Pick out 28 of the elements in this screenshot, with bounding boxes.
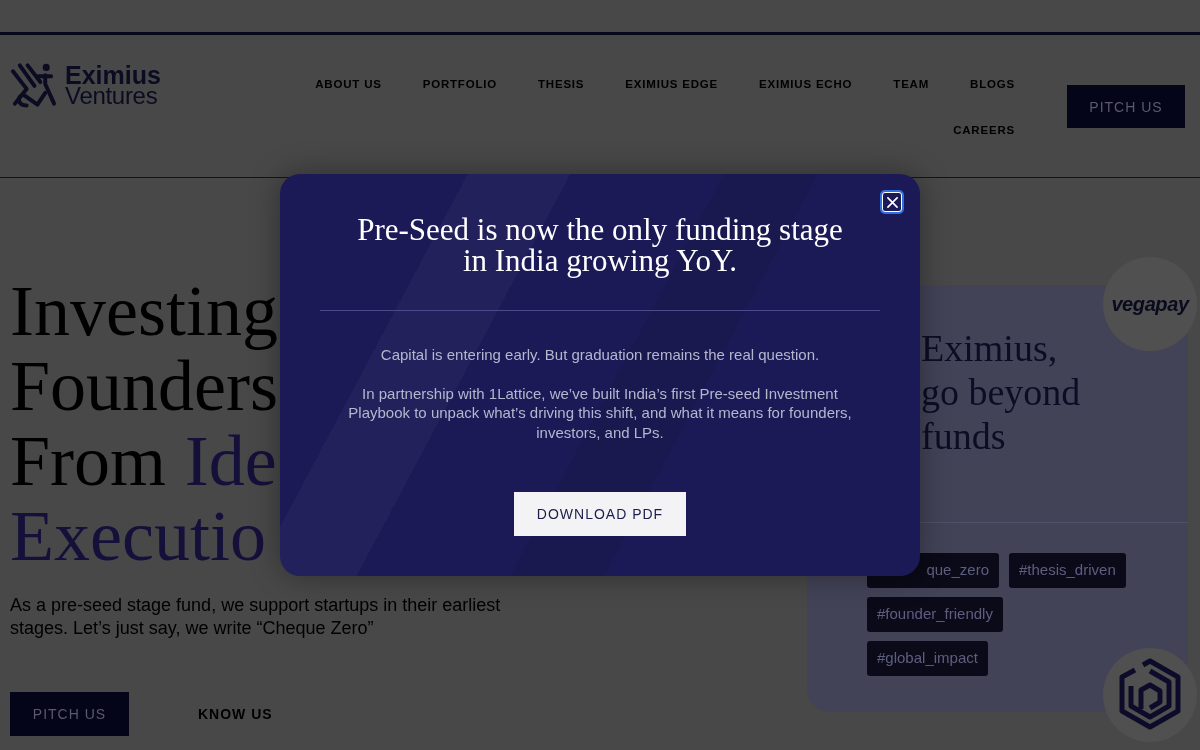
hexagon-logo-icon xyxy=(1103,648,1197,742)
download-button[interactable]: DOWNLOAD PDF xyxy=(514,492,686,536)
nav-link[interactable]: TEAM xyxy=(893,77,930,91)
hero-subtitle: As a pre-seed stage fund, we support startups in their earliest stages. Let’s just say, we write “Cheque Zero” xyxy=(10,594,502,640)
logo-name: Eximius xyxy=(65,64,161,86)
hero-heading: Investing Founders From Ide Executio xyxy=(10,274,278,574)
logo-icon xyxy=(10,62,57,108)
modal-paragraph: In partnership with 1Lattice, we’ve built India’s first Pre-seed Investment Playbook to unpack what’s driving this shift, and what it means for founders, investors, and LPs. xyxy=(347,383,853,442)
modal-title: Pre-Seed is now the only funding stage in India growing YoY. xyxy=(356,214,844,276)
close-icon xyxy=(886,196,898,208)
nav-link[interactable]: THESIS xyxy=(538,77,585,91)
nav-link[interactable]: PORTFOLIO xyxy=(422,77,497,91)
modal-paragraph: Capital is entering early. But graduation remains the real question. xyxy=(379,345,821,365)
nav-link[interactable]: ABOUT US xyxy=(315,77,382,91)
hashtag-tag: #global_impact xyxy=(867,641,988,676)
nav-link[interactable]: BLOGS xyxy=(970,77,1015,91)
logo-tagline: Ventures xyxy=(65,86,158,106)
hashtag-tag: #founder_friendly xyxy=(867,597,1003,632)
nav-link[interactable]: CAREERS xyxy=(953,123,1015,137)
card-heading: Eximius, go beyond funds xyxy=(921,326,1081,458)
hashtag-tag: #thesis_driven xyxy=(1009,553,1126,588)
know-us-link[interactable]: KNOW US xyxy=(173,692,298,736)
logo-badge: vegapay xyxy=(1103,257,1197,351)
pitch-button[interactable]: PITCH US xyxy=(10,692,129,736)
nav-link[interactable]: EXIMIUS ECHO xyxy=(759,77,853,91)
pitch-button[interactable]: PITCH US xyxy=(1067,85,1185,128)
close-button[interactable] xyxy=(882,192,902,212)
nav-link[interactable]: EXIMIUS EDGE xyxy=(625,77,718,91)
